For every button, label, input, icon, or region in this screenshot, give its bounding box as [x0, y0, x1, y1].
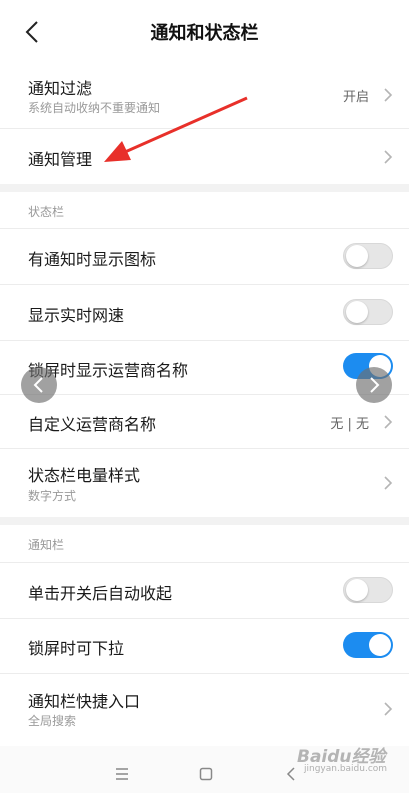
notification-filter-value: 开启 — [342, 90, 369, 105]
previous-image-button[interactable] — [21, 367, 57, 403]
back-icon[interactable] — [286, 767, 296, 781]
auto-collapse-row: 单击开关后自动收起 — [0, 563, 409, 618]
pull-down-locked-toggle[interactable] — [343, 632, 393, 658]
app-header: 通知和状态栏 — [0, 0, 409, 62]
general-card: 通知过滤 系统自动收纳不重要通知 开启 通知管理 — [0, 62, 409, 184]
notification-filter-row[interactable]: 通知过滤 系统自动收纳不重要通知 开启 — [0, 62, 409, 128]
toggle-knob — [346, 245, 368, 267]
notification-filter-subtitle: 系统自动收纳不重要通知 — [28, 101, 161, 115]
status-bar-section-label: 状态栏 — [28, 205, 65, 219]
show-notification-icon-toggle[interactable] — [343, 243, 393, 269]
menu-icon[interactable] — [115, 768, 129, 780]
quick-entry-title: 通知栏快捷入口 — [28, 692, 141, 711]
battery-style-subtitle: 数字方式 — [28, 489, 77, 503]
pull-down-locked-title: 锁屏时可下拉 — [28, 639, 125, 658]
battery-style-title: 状态栏电量样式 — [28, 466, 141, 485]
quick-entry-subtitle: 全局搜索 — [28, 714, 77, 728]
chevron-right-icon — [384, 476, 393, 490]
status-bar-card: 状态栏 有通知时显示图标 显示实时网速 锁屏时显示运营商名称 自定义运营商名称 … — [0, 192, 409, 517]
battery-style-row[interactable]: 状态栏电量样式 数字方式 — [0, 449, 409, 517]
chevron-right-icon — [384, 150, 393, 164]
custom-carrier-row[interactable]: 自定义运营商名称 无 | 无 — [0, 395, 409, 448]
auto-collapse-toggle[interactable] — [343, 577, 393, 603]
toggle-knob — [346, 579, 368, 601]
show-network-speed-row: 显示实时网速 — [0, 285, 409, 340]
notification-bar-card: 通知栏 单击开关后自动收起 锁屏时可下拉 通知栏快捷入口 全局搜索 — [0, 525, 409, 746]
toggle-knob — [369, 634, 391, 656]
pull-down-locked-row: 锁屏时可下拉 — [0, 619, 409, 673]
show-network-speed-title: 显示实时网速 — [28, 306, 125, 325]
notification-management-title: 通知管理 — [28, 150, 93, 169]
show-network-speed-toggle[interactable] — [343, 299, 393, 325]
chevron-right-icon — [384, 88, 393, 102]
notification-filter-title: 通知过滤 — [28, 79, 93, 98]
custom-carrier-title: 自定义运营商名称 — [28, 415, 157, 434]
notification-bar-section-label: 通知栏 — [28, 538, 65, 552]
custom-carrier-value: 无 | 无 — [330, 417, 369, 432]
auto-collapse-title: 单击开关后自动收起 — [28, 584, 173, 603]
home-icon[interactable] — [199, 767, 213, 781]
quick-entry-row[interactable]: 通知栏快捷入口 全局搜索 — [0, 674, 409, 746]
chevron-right-icon — [384, 415, 393, 429]
chevron-left-icon — [33, 377, 43, 393]
lockscreen-carrier-row: 锁屏时显示运营商名称 — [0, 341, 409, 394]
show-notification-icon-row: 有通知时显示图标 — [0, 229, 409, 284]
watermark-url: jingyan.baidu.com — [304, 764, 388, 774]
next-image-button[interactable] — [356, 367, 392, 403]
chevron-right-icon — [370, 377, 380, 393]
chevron-right-icon — [384, 702, 393, 716]
notification-management-row[interactable]: 通知管理 — [0, 129, 409, 184]
show-notification-icon-title: 有通知时显示图标 — [28, 250, 157, 269]
page-title: 通知和状态栏 — [150, 23, 259, 44]
toggle-knob — [346, 301, 368, 323]
